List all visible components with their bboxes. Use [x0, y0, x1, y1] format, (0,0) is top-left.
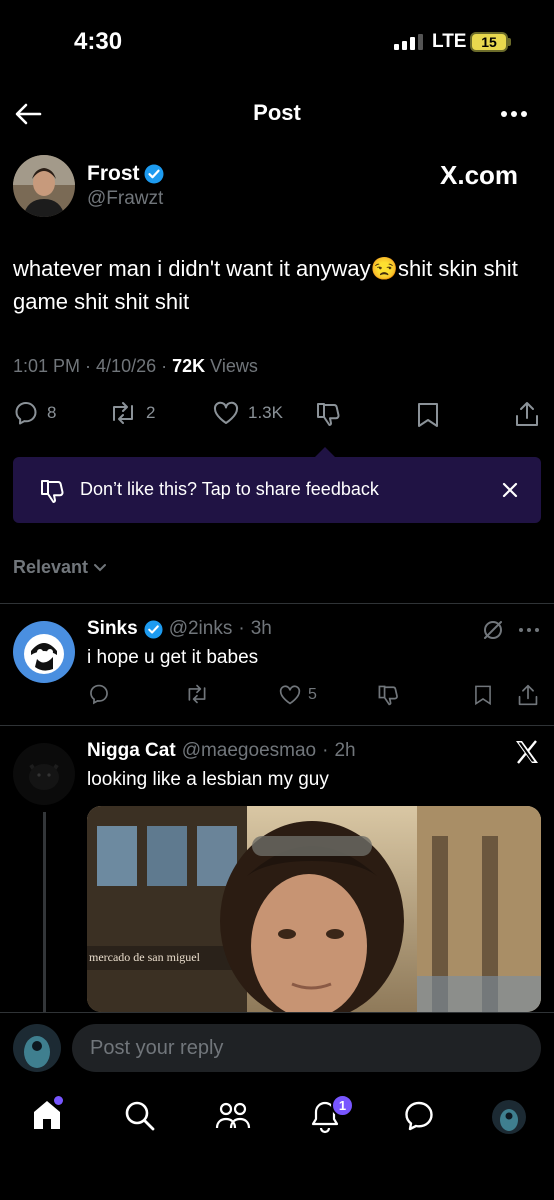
post-meta: 1:01 PM · 4/10/26 · 72K Views — [13, 356, 258, 376]
home-unread-dot — [54, 1096, 63, 1105]
author-avatar[interactable] — [13, 155, 75, 217]
verified-badge-icon — [144, 619, 163, 639]
page-title: Post — [253, 100, 301, 125]
reply-like-button[interactable]: 5 — [278, 684, 317, 706]
dislike-button[interactable] — [314, 400, 342, 428]
source-badge: X.com — [440, 160, 519, 190]
more-options-icon[interactable] — [500, 110, 528, 118]
feedback-banner-text[interactable]: Don’t like this? Tap to share feedback — [80, 479, 379, 500]
more-options-icon[interactable] — [518, 627, 540, 633]
bookmark-icon — [475, 685, 491, 706]
communities-tab[interactable] — [214, 1100, 252, 1132]
chat-icon — [405, 1101, 433, 1131]
reply-avatar[interactable] — [13, 621, 75, 683]
share-button[interactable] — [514, 400, 540, 428]
heart-icon — [213, 401, 239, 424]
heart-icon — [279, 685, 301, 705]
verified-badge-icon — [144, 164, 164, 184]
reply-age: 2h — [334, 740, 356, 761]
thumbs-down-icon — [378, 685, 398, 706]
profile-tab[interactable] — [492, 1100, 526, 1134]
battery-icon: 15 — [470, 32, 508, 52]
reply-icon — [15, 402, 37, 425]
bookmark-button[interactable] — [416, 401, 440, 429]
status-time: 4:30 — [74, 28, 123, 55]
author-handle[interactable]: @Frawzt — [87, 188, 163, 210]
repost-icon — [113, 402, 133, 424]
repost-button[interactable]: 2 — [108, 400, 155, 426]
separator-dot: · — [238, 618, 245, 639]
reply-reply-button[interactable] — [88, 683, 110, 705]
like-button[interactable]: 1.3K — [212, 400, 283, 426]
messages-tab[interactable] — [403, 1100, 435, 1132]
thumbs-down-icon — [317, 403, 340, 426]
reply-text: i hope u get it babes — [87, 647, 259, 668]
bookmark-icon — [418, 403, 438, 427]
views-count: 72K — [172, 356, 206, 376]
reply-dislike-button[interactable] — [376, 683, 400, 707]
divider — [0, 603, 554, 604]
photo-sign-text: mercado de san miguel — [89, 950, 200, 964]
reply-photo[interactable]: mercado de san miguel — [87, 806, 541, 1012]
reply-count: 8 — [47, 403, 57, 422]
like-count: 1.3K — [248, 403, 283, 422]
battery-tip — [508, 38, 511, 46]
post-date: 4/10/26 — [96, 356, 157, 376]
author-name[interactable]: Frost — [87, 162, 140, 186]
close-icon[interactable] — [502, 482, 518, 498]
search-tab[interactable] — [124, 1100, 156, 1132]
reply-header: Sinks @2inks · 3h — [87, 618, 272, 640]
share-icon — [518, 684, 538, 706]
reply-share-button[interactable] — [517, 683, 539, 707]
reply-avatar[interactable] — [13, 743, 75, 805]
reply-repost-button[interactable] — [184, 683, 210, 705]
search-icon — [125, 1101, 155, 1131]
reply-icon — [90, 684, 108, 705]
signal-icon — [394, 34, 423, 50]
battery-level: 15 — [481, 34, 497, 50]
network-label: LTE — [432, 31, 467, 52]
repost-count: 2 — [146, 403, 156, 422]
thread-line — [43, 812, 46, 1012]
grok-icon[interactable] — [482, 619, 504, 641]
chevron-down-icon — [94, 563, 107, 571]
views-label: Views — [210, 356, 258, 376]
post-text: whatever man i didn't want it anyway😒shi… — [13, 256, 518, 314]
separator-dot: · — [322, 740, 329, 761]
reply-header: Nigga Cat @maegoesmao · 2h — [87, 740, 356, 762]
reply-input-placeholder[interactable]: Post your reply — [90, 1037, 223, 1060]
reply-author-name[interactable]: Nigga Cat — [87, 740, 176, 762]
divider — [0, 1012, 554, 1013]
x-logo-icon — [514, 739, 540, 765]
thumbs-down-feedback-icon — [38, 477, 66, 505]
reply-author-handle[interactable]: @maegoesmao — [182, 740, 316, 762]
reply-button[interactable]: 8 — [13, 400, 56, 426]
reply-author-name[interactable]: Sinks — [87, 618, 138, 640]
composer-avatar[interactable] — [13, 1024, 61, 1072]
reply-text: looking like a lesbian my guy — [87, 769, 329, 790]
notification-badge: 1 — [331, 1094, 354, 1117]
communities-icon — [215, 1102, 251, 1129]
sort-label: Relevant — [13, 557, 89, 577]
divider — [0, 725, 554, 726]
reply-bookmark-button[interactable] — [473, 684, 493, 706]
reply-age: 3h — [250, 618, 272, 639]
post-time: 1:01 PM — [13, 356, 81, 376]
sort-dropdown[interactable]: Relevant — [13, 557, 107, 578]
share-icon — [516, 402, 538, 426]
reply-like-count: 5 — [308, 686, 317, 703]
repost-icon — [188, 684, 206, 704]
reply-author-handle[interactable]: @2inks — [169, 618, 233, 640]
